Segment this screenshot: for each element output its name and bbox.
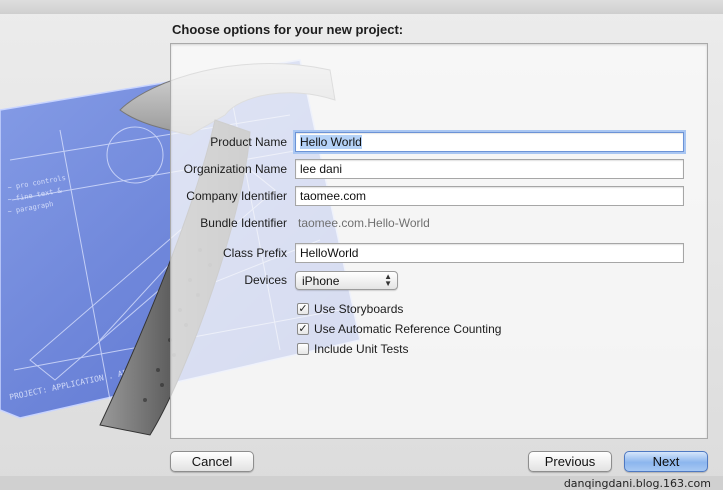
next-button[interactable]: Next (624, 451, 708, 472)
company-identifier-label: Company Identifier (186, 189, 287, 203)
organization-name-field[interactable]: lee dani (295, 159, 684, 179)
previous-button[interactable]: Previous (528, 451, 612, 472)
checkmark-icon: ✓ (297, 303, 309, 315)
product-name-label: Product Name (210, 135, 287, 149)
organization-name-label: Organization Name (183, 162, 287, 176)
include-unit-tests-checkbox[interactable]: Include Unit Tests (297, 342, 409, 356)
product-name-value: Hello World (300, 135, 362, 149)
title-bar (0, 0, 723, 14)
up-down-arrows-icon: ▲ ▼ (384, 272, 392, 288)
use-arc-label: Use Automatic Reference Counting (314, 322, 502, 336)
checkmark-icon: ✓ (297, 323, 309, 335)
options-panel (170, 43, 708, 439)
bundle-identifier-label: Bundle Identifier (200, 216, 287, 230)
page-title: Choose options for your new project: (172, 22, 404, 37)
use-arc-checkbox[interactable]: ✓ Use Automatic Reference Counting (297, 322, 501, 336)
use-storyboards-label: Use Storyboards (314, 302, 404, 316)
devices-value: iPhone (302, 274, 340, 288)
cancel-button[interactable]: Cancel (170, 451, 254, 472)
company-identifier-field[interactable]: taomee.com (295, 186, 684, 206)
devices-label: Devices (244, 273, 287, 287)
devices-popup[interactable]: iPhone ▲ ▼ (295, 271, 398, 290)
watermark: danqingdani.blog.163.com (563, 477, 711, 490)
empty-checkbox-icon (297, 343, 309, 355)
class-prefix-field[interactable]: HelloWorld (295, 243, 684, 263)
include-unit-tests-label: Include Unit Tests (314, 342, 409, 356)
bundle-identifier-value: taomee.com.Hello-World (298, 216, 430, 230)
class-prefix-label: Class Prefix (222, 246, 287, 260)
use-storyboards-checkbox[interactable]: ✓ Use Storyboards (297, 302, 403, 316)
product-name-field[interactable]: Hello World (295, 132, 684, 152)
